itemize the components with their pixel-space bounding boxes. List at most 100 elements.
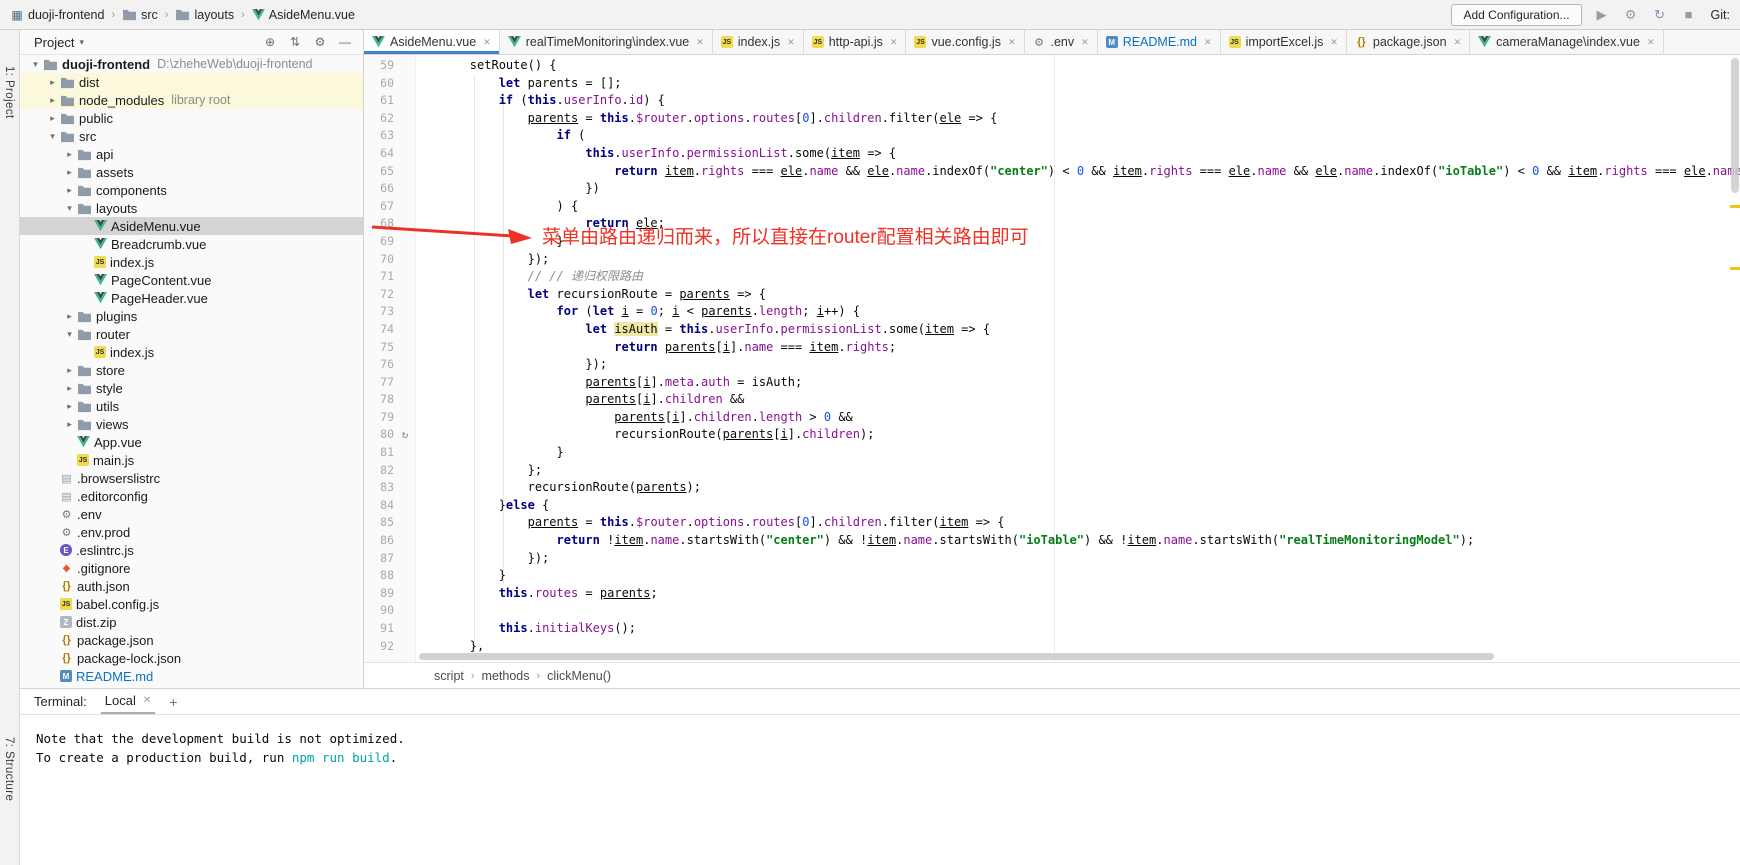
code-line[interactable]: 71 // // 递归权限路由 <box>364 268 1740 286</box>
line-number[interactable]: 76 <box>364 356 398 374</box>
tree-item-index-js[interactable]: JSindex.js <box>20 253 363 271</box>
tree-item-plugins[interactable]: ▸plugins <box>20 307 363 325</box>
line-number[interactable]: 80 <box>364 426 398 444</box>
settings-gear-icon[interactable]: ⚙ <box>312 35 328 49</box>
line-number[interactable]: 59 <box>364 57 398 75</box>
line-number[interactable]: 82 <box>364 462 398 480</box>
line-number[interactable]: 73 <box>364 303 398 321</box>
build-settings-icon[interactable]: ⚙ <box>1622 7 1640 23</box>
nav-breadcrumb-item-duoji-frontend[interactable]: ▦duoji-frontend <box>10 8 104 22</box>
close-icon[interactable]: ✕ <box>787 37 795 48</box>
chevron-right-icon[interactable]: ▸ <box>62 383 77 394</box>
code-line[interactable]: 82 }; <box>364 462 1740 480</box>
project-view-dropdown[interactable]: Project ▾ <box>34 35 84 50</box>
tree-item-index-js[interactable]: JSindex.js <box>20 343 363 361</box>
line-number[interactable]: 91 <box>364 620 398 638</box>
line-number[interactable]: 92 <box>364 638 398 656</box>
code-line[interactable]: 65 return item.rights === ele.name && el… <box>364 163 1740 181</box>
sync-icon[interactable]: ↻ <box>1651 7 1669 23</box>
tree-item-duoji-frontend[interactable]: ▾duoji-frontendD:\zheheWeb\duoji-fronten… <box>20 55 363 73</box>
code-line[interactable]: 76 }); <box>364 356 1740 374</box>
line-number[interactable]: 67 <box>364 198 398 216</box>
code-line[interactable]: 80↻ recursionRoute(parents[i].children); <box>364 426 1740 444</box>
tab-cameramanage-index-vue[interactable]: cameraManage\index.vue✕ <box>1470 30 1663 54</box>
close-icon[interactable]: ✕ <box>890 37 898 48</box>
close-icon[interactable]: ✕ <box>1081 37 1089 48</box>
code-line[interactable]: 90 <box>364 602 1740 620</box>
close-icon[interactable]: ✕ <box>1204 37 1212 48</box>
line-number[interactable]: 79 <box>364 409 398 427</box>
line-number[interactable]: 60 <box>364 75 398 93</box>
code-line[interactable]: 79 parents[i].children.length > 0 && <box>364 409 1740 427</box>
code-line[interactable]: 62 parents = this.$router.options.routes… <box>364 110 1740 128</box>
tree-item-layouts[interactable]: ▾layouts <box>20 199 363 217</box>
tree-item-auth-json[interactable]: {}auth.json <box>20 577 363 595</box>
terminal-tab-local[interactable]: Local ✕ <box>101 689 155 714</box>
chevron-right-icon[interactable]: ▸ <box>62 185 77 196</box>
tab-http-api-js[interactable]: JShttp-api.js✕ <box>804 30 907 54</box>
line-number[interactable]: 61 <box>364 92 398 110</box>
chevron-right-icon[interactable]: ▸ <box>62 365 77 376</box>
tree-item-asidemenu-vue[interactable]: AsideMenu.vue <box>20 217 363 235</box>
hide-panel-icon[interactable]: — <box>337 35 353 49</box>
close-icon[interactable]: ✕ <box>143 695 151 706</box>
line-number[interactable]: 65 <box>364 163 398 181</box>
breadcrumb-item-methods[interactable]: methods <box>482 669 530 683</box>
line-number[interactable]: 90 <box>364 602 398 620</box>
line-number[interactable]: 64 <box>364 145 398 163</box>
tree-item-router[interactable]: ▾router <box>20 325 363 343</box>
close-icon[interactable]: ✕ <box>483 37 491 48</box>
line-number[interactable]: 62 <box>364 110 398 128</box>
line-number[interactable]: 69 <box>364 233 398 251</box>
tree-item-node-modules[interactable]: ▸node_moduleslibrary root <box>20 91 363 109</box>
line-number[interactable]: 66 <box>364 180 398 198</box>
tree-item-utils[interactable]: ▸utils <box>20 397 363 415</box>
tree-item-env-prod[interactable]: ⚙.env.prod <box>20 523 363 541</box>
code-line[interactable]: 78 parents[i].children && <box>364 391 1740 409</box>
chevron-right-icon[interactable]: ▸ <box>62 167 77 178</box>
tab-vue-config-js[interactable]: JSvue.config.js✕ <box>906 30 1024 54</box>
tab-index-js[interactable]: JSindex.js✕ <box>713 30 804 54</box>
code-line[interactable]: 89 this.routes = parents; <box>364 585 1740 603</box>
tree-item-store[interactable]: ▸store <box>20 361 363 379</box>
code-line[interactable]: 74 let isAuth = this.userInfo.permission… <box>364 321 1740 339</box>
vertical-scrollbar[interactable] <box>1731 58 1739 193</box>
chevron-right-icon[interactable]: ▸ <box>62 419 77 430</box>
code-line[interactable]: 86 return !item.name.startsWith("center"… <box>364 532 1740 550</box>
line-number[interactable]: 86 <box>364 532 398 550</box>
code-line[interactable]: 63 if ( <box>364 127 1740 145</box>
tree-item-dist[interactable]: ▸dist <box>20 73 363 91</box>
code-line[interactable]: 60 let parents = []; <box>364 75 1740 93</box>
code-line[interactable]: 87 }); <box>364 550 1740 568</box>
tree-item-gitignore[interactable]: ◆.gitignore <box>20 559 363 577</box>
tree-item-readme-md[interactable]: MREADME.md <box>20 667 363 685</box>
line-number[interactable]: 71 <box>364 268 398 286</box>
tree-item-breadcrumb-vue[interactable]: Breadcrumb.vue <box>20 235 363 253</box>
run-icon[interactable]: ▶ <box>1593 7 1611 23</box>
tree-item-style[interactable]: ▸style <box>20 379 363 397</box>
stop-icon[interactable]: ■ <box>1680 7 1698 22</box>
tree-item-pageheader-vue[interactable]: PageHeader.vue <box>20 289 363 307</box>
tree-item-src[interactable]: ▾src <box>20 127 363 145</box>
locate-file-icon[interactable]: ⊕ <box>262 35 278 49</box>
line-number[interactable]: 78 <box>364 391 398 409</box>
code-line[interactable]: 83 recursionRoute(parents); <box>364 479 1740 497</box>
new-terminal-icon[interactable]: + <box>169 694 177 710</box>
tree-item-main-js[interactable]: JSmain.js <box>20 451 363 469</box>
tree-item-eslintrc-js[interactable]: E.eslintrc.js <box>20 541 363 559</box>
line-number[interactable]: 74 <box>364 321 398 339</box>
tab-readme-md[interactable]: MREADME.md✕ <box>1098 30 1221 54</box>
horizontal-scrollbar[interactable] <box>419 653 1494 660</box>
tree-item-env[interactable]: ⚙.env <box>20 505 363 523</box>
code-line[interactable]: 72 let recursionRoute = parents => { <box>364 286 1740 304</box>
chevron-right-icon[interactable]: ▸ <box>45 95 60 106</box>
chevron-down-icon[interactable]: ▾ <box>62 203 77 214</box>
tree-item-babel-config-js[interactable]: JSbabel.config.js <box>20 595 363 613</box>
line-number[interactable]: 68 <box>364 215 398 233</box>
tree-item-pagecontent-vue[interactable]: PageContent.vue <box>20 271 363 289</box>
code-line[interactable]: 70 }); <box>364 251 1740 269</box>
tree-item-dist-zip[interactable]: Zdist.zip <box>20 613 363 631</box>
code-line[interactable]: 61 if (this.userInfo.id) { <box>364 92 1740 110</box>
chevron-down-icon[interactable]: ▾ <box>62 329 77 340</box>
code-line[interactable]: 77 parents[i].meta.auth = isAuth; <box>364 374 1740 392</box>
